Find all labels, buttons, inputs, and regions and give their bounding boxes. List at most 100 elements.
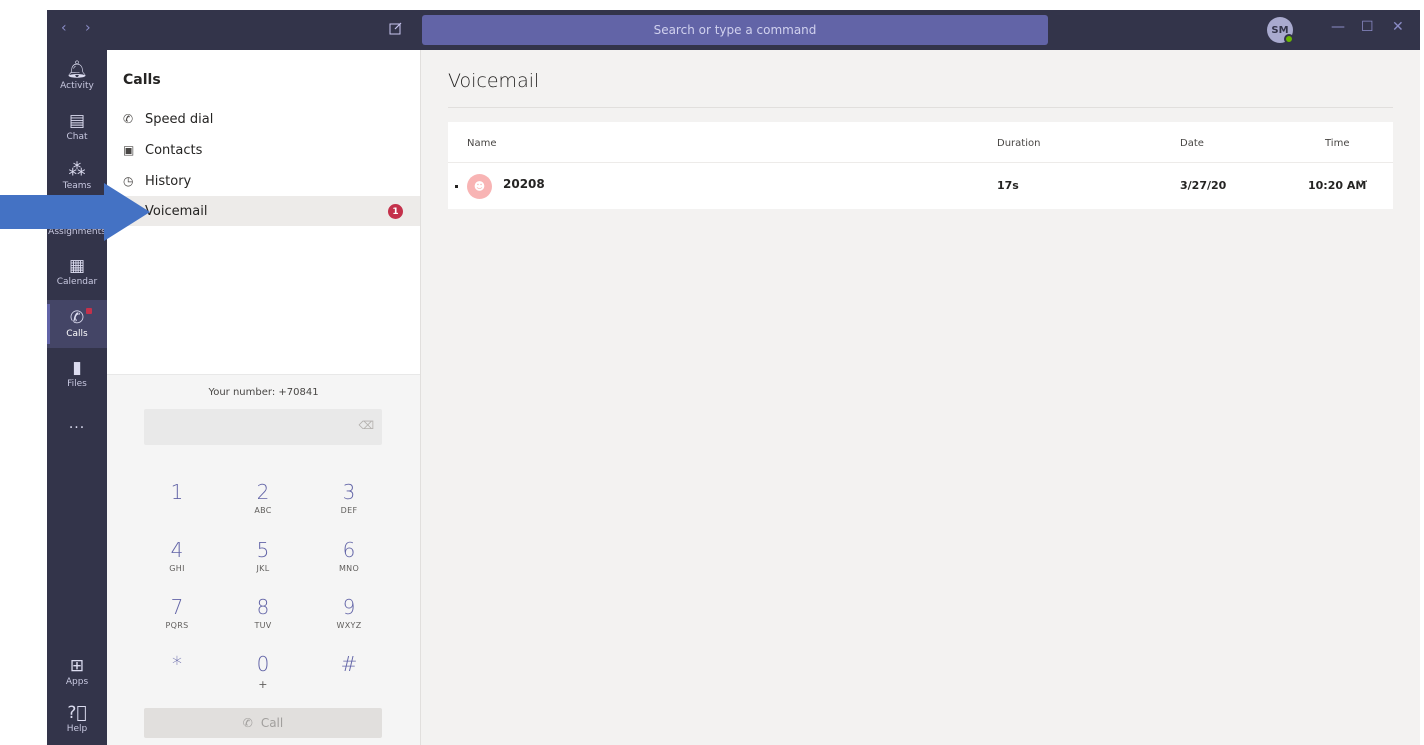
key-number: 9 — [342, 595, 356, 619]
key-letters: GHI — [169, 564, 185, 573]
app-help[interactable]: ?⃝ Help — [47, 695, 107, 743]
annotation-arrow — [0, 183, 150, 241]
notification-dot — [86, 308, 92, 314]
key-9[interactable]: 9 WXYZ — [319, 596, 379, 630]
help-icon: ?⃝ — [67, 703, 87, 723]
key-star[interactable]: * — [147, 653, 207, 675]
key-letters: JKL — [256, 564, 270, 573]
key-5[interactable]: 5 JKL — [233, 539, 293, 573]
table-row[interactable]: ☻ 20208 17s 3/27/20 10:20 AM ··· — [448, 163, 1393, 209]
key-letters: WXYZ — [336, 621, 362, 630]
key-2[interactable]: 2 ABC — [233, 481, 293, 515]
app-calendar[interactable]: ▦ Calendar — [47, 248, 107, 296]
column-header-date[interactable]: Date — [1180, 138, 1204, 149]
key-4[interactable]: 4 GHI — [147, 539, 207, 573]
column-header-name[interactable]: Name — [467, 138, 497, 149]
table-header: Name Duration Date Time — [448, 122, 1393, 163]
menu-label: Voicemail — [145, 203, 208, 219]
key-hash[interactable]: # — [319, 653, 379, 675]
dial-pad: Your number: +70841 ⌫ 1 2 ABC 3 DEF 4 GHI 5… — [107, 374, 420, 745]
key-7[interactable]: 7 PQRS — [147, 596, 207, 630]
contacts-icon: ▣ — [123, 143, 135, 157]
menu-history[interactable]: ◷ History — [107, 166, 420, 196]
key-0[interactable]: 0 + — [233, 653, 293, 691]
key-number: 7 — [170, 595, 184, 619]
key-letters: TUV — [254, 621, 272, 630]
key-number: 1 — [170, 480, 184, 504]
back-button[interactable]: ‹ — [61, 20, 67, 36]
app-label: Chat — [66, 132, 88, 142]
app-label: Calendar — [56, 277, 98, 287]
app-apps[interactable]: ⊞ Apps — [47, 648, 107, 696]
app-bar: 🔔︎ Activity ▤ Chat ⁂ Teams ▣ Assignments… — [47, 50, 107, 745]
app-label: Apps — [65, 677, 89, 687]
menu-label: Contacts — [145, 142, 203, 158]
phone-icon: ✆ — [123, 112, 134, 126]
file-icon: ▮ — [72, 358, 82, 378]
app-label: Calls — [66, 329, 88, 339]
app-files[interactable]: ▮ Files — [47, 350, 107, 398]
title-bar: ‹ › Search or type a command SM — ☐ ✕ — [47, 10, 1420, 50]
key-letters: ABC — [254, 506, 272, 515]
your-number: Your number: +70841 — [208, 387, 319, 398]
teams-icon: ⁂ — [68, 160, 86, 180]
key-letters: MNO — [338, 564, 360, 573]
close-button[interactable]: ✕ — [1392, 19, 1404, 35]
divider — [448, 107, 1393, 108]
menu-label: Speed dial — [145, 111, 214, 127]
call-button[interactable]: ✆ Call — [144, 708, 382, 738]
column-header-time[interactable]: Time — [1325, 138, 1349, 149]
voicemail-table: Name Duration Date Time ☻ 20208 17s 3/27… — [448, 122, 1393, 209]
column-header-duration[interactable]: Duration — [997, 138, 1040, 149]
app-label: Files — [67, 379, 87, 389]
avatar: ☻ — [467, 174, 492, 199]
key-number: 3 — [342, 480, 356, 504]
backspace-icon[interactable]: ⌫ — [358, 419, 374, 432]
minimize-button[interactable]: — — [1331, 19, 1345, 35]
search-placeholder: Search or type a command — [653, 23, 817, 37]
unread-indicator — [455, 185, 458, 188]
key-8[interactable]: 8 TUV — [233, 596, 293, 630]
key-number: 8 — [256, 595, 270, 619]
dial-input[interactable]: ⌫ — [144, 409, 382, 445]
search-input[interactable]: Search or type a command — [422, 15, 1048, 45]
app-calls[interactable]: ✆ Calls — [47, 300, 107, 348]
app-label: Help — [66, 724, 88, 734]
caller-name: 20208 — [503, 177, 545, 191]
key-3[interactable]: 3 DEF — [319, 481, 379, 515]
forward-button[interactable]: › — [85, 20, 91, 36]
app-label: Activity — [60, 81, 94, 91]
key-number: 4 — [170, 538, 184, 562]
app-more[interactable]: ... — [47, 400, 107, 448]
voicemail-main: Voicemail Name Duration Date Time ☻ 2020… — [421, 50, 1420, 745]
app-activity[interactable]: 🔔︎ Activity — [47, 52, 107, 100]
page-title: Calls — [123, 72, 161, 88]
calls-pane: Calls ✆ Speed dial ▣ Contacts ◷ History … — [107, 50, 421, 745]
menu-voicemail[interactable]: ▭ Voicemail 1 — [107, 196, 420, 226]
key-number: 2 — [256, 480, 270, 504]
app-chat[interactable]: ▤ Chat — [47, 103, 107, 151]
menu-contacts[interactable]: ▣ Contacts — [107, 135, 420, 165]
apps-icon: ⊞ — [69, 656, 85, 676]
key-6[interactable]: 6 MNO — [319, 539, 379, 573]
page-title: Voicemail — [448, 70, 540, 92]
bell-icon: 🔔︎ — [66, 60, 88, 80]
maximize-button[interactable]: ☐ — [1361, 19, 1374, 35]
call-label: Call — [260, 716, 284, 730]
key-number: 6 — [342, 538, 356, 562]
teams-window: ‹ › Search or type a command SM — ☐ ✕ 🔔︎… — [47, 10, 1420, 745]
key-letters: DEF — [340, 506, 358, 515]
phone-icon: ✆ — [69, 308, 85, 328]
unread-badge: 1 — [388, 204, 403, 219]
date-cell: 3/27/20 — [1180, 179, 1227, 192]
menu-speed-dial[interactable]: ✆ Speed dial — [107, 104, 420, 134]
key-number: 0 — [256, 652, 270, 676]
key-letters: PQRS — [165, 621, 189, 630]
chat-icon: ▤ — [68, 111, 86, 131]
compose-icon[interactable] — [389, 21, 403, 39]
phone-icon: ✆ — [242, 716, 253, 730]
key-1[interactable]: 1 — [147, 481, 207, 506]
duration-cell: 17s — [997, 179, 1019, 192]
more-options-icon[interactable]: ··· — [1356, 175, 1368, 190]
key-letters: + — [258, 678, 268, 691]
